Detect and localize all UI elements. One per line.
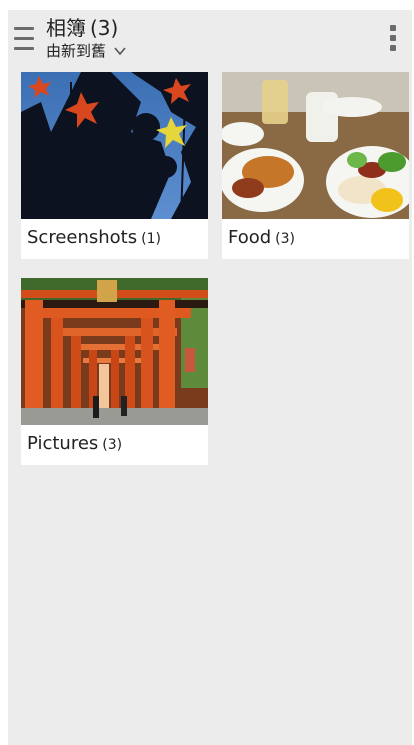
page-title-text: 相簿	[46, 16, 86, 40]
overflow-menu-button[interactable]	[388, 24, 398, 52]
album-name: Pictures	[27, 433, 99, 454]
album-caption: Screenshots (1)	[27, 227, 161, 248]
album-caption: Pictures (3)	[27, 433, 122, 454]
sort-label: 由新到舊	[46, 42, 107, 60]
album-caption: Food (3)	[228, 227, 295, 248]
menu-button[interactable]	[14, 25, 36, 51]
album-name: Screenshots	[27, 227, 138, 248]
title-block: 相簿 (3) 由新到舊	[46, 16, 126, 60]
album-card-food[interactable]: Food (3)	[222, 72, 409, 259]
album-card-screenshots[interactable]: Screenshots (1)	[21, 72, 208, 259]
page-title: 相簿 (3)	[46, 16, 126, 40]
album-item-count: (3)	[102, 437, 123, 453]
hamburger-menu-icon	[14, 27, 34, 30]
album-thumbnail	[222, 72, 409, 219]
overflow-menu-icon	[390, 25, 396, 31]
app-bar: 相簿 (3) 由新到舊	[8, 10, 412, 68]
album-item-count: (3)	[275, 231, 296, 247]
chevron-down-icon	[114, 47, 126, 56]
album-count: (3)	[90, 16, 119, 40]
gallery-screen: 相簿 (3) 由新到舊 Screenshots (1) Food (3) Pic…	[8, 10, 412, 745]
sort-dropdown[interactable]: 由新到舊	[46, 42, 126, 60]
album-thumbnail	[21, 72, 208, 219]
album-name: Food	[228, 227, 272, 248]
album-thumbnail	[21, 278, 208, 425]
album-card-pictures[interactable]: Pictures (3)	[21, 278, 208, 465]
album-item-count: (1)	[141, 231, 161, 247]
